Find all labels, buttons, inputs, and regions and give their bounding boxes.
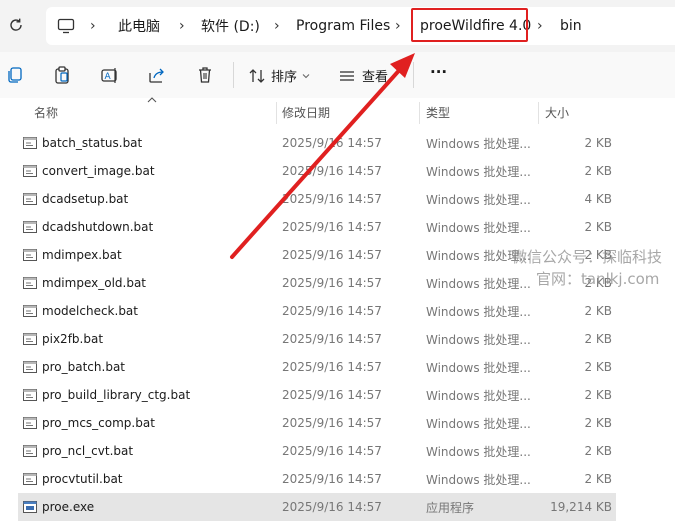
annotation-arrow xyxy=(230,53,415,259)
